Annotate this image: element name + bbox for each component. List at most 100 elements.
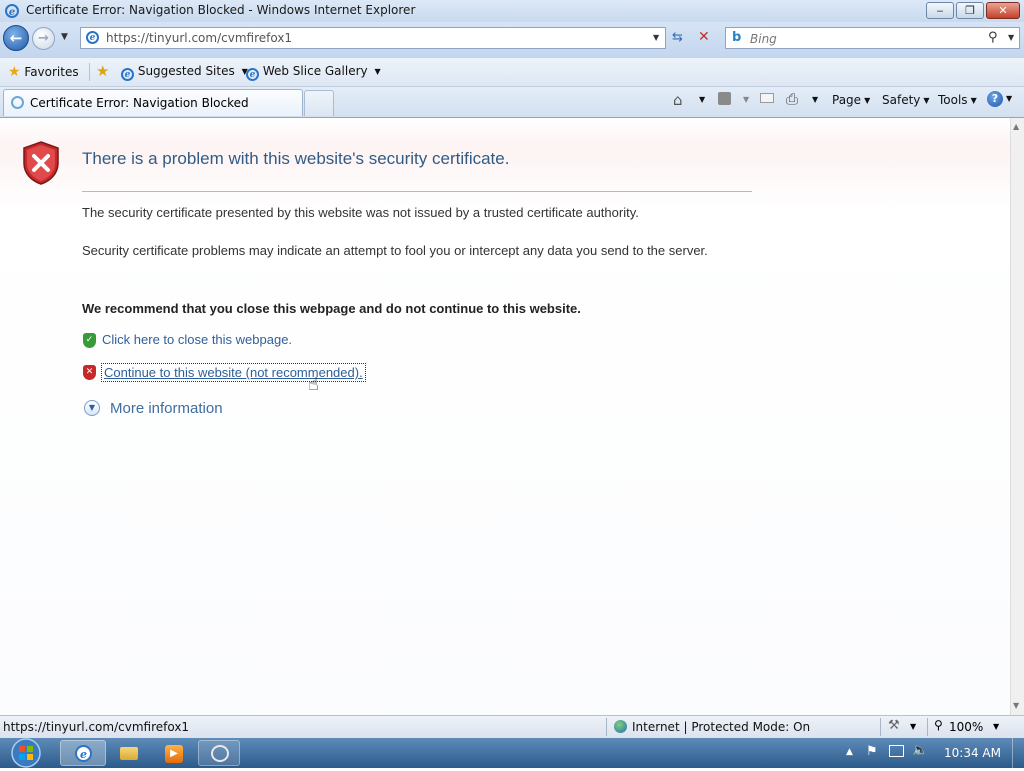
search-field[interactable]: b Bing ⚲ ▼ [725,27,1020,49]
close-webpage-link[interactable]: Click here to close this webpage. [102,332,292,347]
taskbar: e ▶ ▲ ⚑ 🔈 10:34 AM [0,738,1024,768]
address-url: https://tinyurl.com/cvmfirefox1 [106,31,293,45]
show-hidden-icons-icon[interactable]: ▲ [846,747,853,757]
scroll-up-icon[interactable]: ▲ [1013,122,1019,131]
safety-menu[interactable]: Safety ▼ [882,93,930,107]
back-button[interactable]: ← [3,25,29,51]
bing-logo-icon: b [732,30,742,45]
app-icon [211,745,229,762]
page-favicon-icon: e [86,31,99,44]
stop-icon[interactable]: ✕ [698,29,710,45]
page-menu[interactable]: Page ▼ [832,93,870,107]
start-button[interactable] [8,738,44,768]
protected-mode-icon[interactable]: ⚒ [888,718,900,733]
close-button[interactable]: ✕ [986,2,1020,19]
action-center-flag-icon[interactable]: ⚑ [866,744,878,759]
tools-menu[interactable]: Tools ▼ [938,93,977,107]
hand-cursor-icon: ☝ [308,374,319,395]
ie-page-icon: e [121,68,134,81]
address-field[interactable]: e https://tinyurl.com/cvmfirefox1 ▼ [80,27,666,49]
chevron-down-icon: ▼ [374,67,381,76]
recommendation-message: We recommend that you close this webpage… [82,301,581,316]
taskbar-explorer-button[interactable] [108,740,148,766]
clock[interactable]: 10:34 AM [944,746,1001,760]
star-icon: ★ [8,64,21,80]
address-dropdown-icon[interactable]: ▼ [653,33,659,42]
print-dropdown-icon[interactable]: ▼ [812,95,818,104]
globe-icon [614,720,627,733]
feeds-dropdown-icon[interactable]: ▼ [743,95,749,104]
dropdown-icon[interactable]: ▼ [910,722,916,731]
loading-icon [11,96,24,109]
chevron-down-icon: ▼ [864,96,871,105]
suggested-sites-button[interactable]: e Suggested Sites ▼ [121,64,248,81]
home-icon[interactable]: ⌂ [673,91,683,109]
scroll-down-icon[interactable]: ▼ [1013,701,1019,710]
security-zone[interactable]: Internet | Protected Mode: On [632,720,810,734]
vertical-scrollbar[interactable]: ▲ ▼ [1010,118,1024,715]
network-icon[interactable] [889,745,904,757]
recent-pages-dropdown-icon[interactable]: ▼ [61,32,68,42]
page-title: There is a problem with this website's s… [82,149,510,168]
show-desktop-button[interactable] [1012,738,1024,768]
tab-certificate-error[interactable]: Certificate Error: Navigation Blocked [3,89,303,116]
folder-icon [120,747,138,760]
zoom-icon: ⚲ [934,718,943,732]
favorites-bar: ★ Favorites ★ e Suggested Sites ▼ e Web … [0,58,1024,87]
zoom-level[interactable]: 100% [949,720,983,734]
tab-row: Certificate Error: Navigation Blocked ⌂ … [0,87,1024,118]
refresh-icon[interactable]: ⇆ [672,30,683,45]
help-menu[interactable]: ? ▼ [987,91,1012,107]
divider [606,718,607,736]
ie-page-icon: e [246,68,259,81]
safety-menu-label: Safety [882,93,921,107]
ie-logo-icon: e [5,4,19,18]
taskbar-ie-button[interactable]: e [60,740,106,766]
ie-logo-icon: e [75,745,92,762]
address-row: ← → ▼ e https://tinyurl.com/cvmfirefox1 … [0,22,1024,58]
taskbar-media-player-button[interactable]: ▶ [152,740,194,766]
read-mail-icon[interactable] [760,93,774,103]
divider [927,718,928,736]
favorites-button[interactable]: ★ Favorites [8,64,79,80]
certificate-issuer-message: The security certificate presented by th… [82,205,639,220]
error-shield-icon [22,141,60,185]
maximize-button[interactable]: ❐ [956,2,984,19]
media-player-icon: ▶ [165,745,183,763]
search-icon[interactable]: ⚲ [988,30,998,45]
home-dropdown-icon[interactable]: ▼ [699,95,705,104]
status-bar: https://tinyurl.com/cvmfirefox1 Internet… [0,715,1024,738]
new-tab-button[interactable] [304,90,334,116]
red-shield-icon: ✕ [83,365,96,380]
help-icon: ? [987,91,1003,107]
search-options-dropdown-icon[interactable]: ▼ [1008,33,1014,42]
print-icon[interactable]: ⎙ [786,90,798,108]
continue-to-website-link[interactable]: Continue to this website (not recommende… [101,363,366,382]
window-title: Certificate Error: Navigation Blocked - … [26,3,416,17]
forward-button[interactable]: → [32,27,55,50]
status-url: https://tinyurl.com/cvmfirefox1 [3,720,190,734]
chevron-down-icon: ▼ [1006,94,1013,103]
favorites-label: Favorites [24,65,79,79]
volume-muted-icon[interactable]: 🔈 [912,743,928,758]
arrow-left-icon: ← [9,29,23,47]
chevron-down-icon: ▼ [923,96,930,105]
more-information-link[interactable]: More information [110,400,223,417]
expand-more-info-icon[interactable]: ▼ [84,400,100,416]
taskbar-app-button[interactable] [198,740,240,766]
tools-menu-label: Tools [938,93,968,107]
heading-divider [82,191,752,192]
divider [89,63,90,81]
tab-label: Certificate Error: Navigation Blocked [30,96,249,110]
minimize-button[interactable]: ‒ [926,2,954,19]
web-slice-gallery-label: Web Slice Gallery [262,64,368,78]
add-to-favorites-bar-icon[interactable]: ★ [96,62,109,80]
certificate-warning-message: Security certificate problems may indica… [82,243,708,258]
divider [880,718,881,736]
feeds-icon[interactable] [718,92,731,105]
search-placeholder: Bing [750,32,777,46]
web-slice-gallery-button[interactable]: e Web Slice Gallery ▼ [246,64,381,81]
zoom-dropdown-icon[interactable]: ▼ [993,722,999,731]
arrow-right-icon: → [38,31,49,46]
title-bar: e Certificate Error: Navigation Blocked … [0,0,1024,22]
